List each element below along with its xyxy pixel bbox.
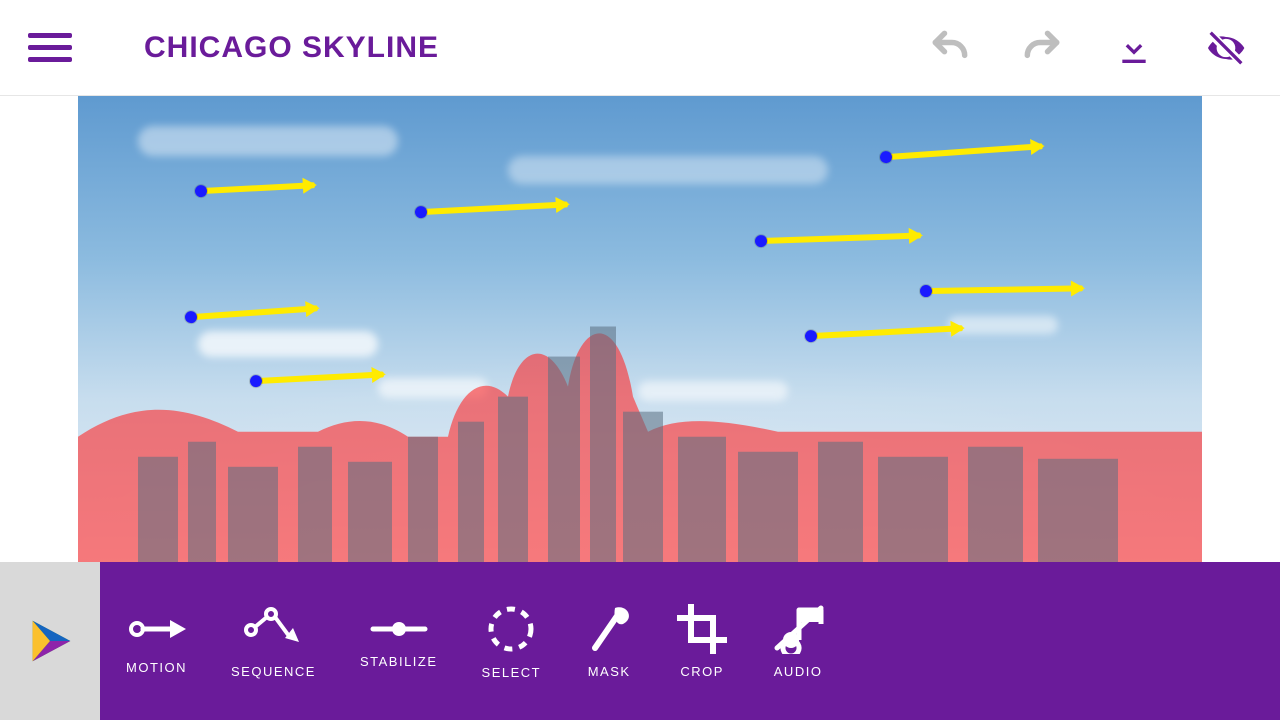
export-button[interactable] [1112, 26, 1156, 70]
canvas-area [0, 96, 1280, 562]
bottom-bar: MOTION SEQUENCE STABILIZE SELECT MASK CR… [0, 562, 1280, 720]
tool-crop[interactable]: CROP [677, 604, 727, 679]
tool-label: SEQUENCE [231, 664, 316, 679]
download-icon [1114, 28, 1154, 68]
visibility-off-icon [1204, 25, 1248, 71]
tool-select[interactable]: SELECT [482, 603, 542, 680]
tool-label: SELECT [482, 665, 542, 680]
tool-motion[interactable]: MOTION [126, 608, 187, 675]
mask-overlay [78, 96, 1202, 562]
redo-button[interactable] [1020, 26, 1064, 70]
undo-button[interactable] [928, 26, 972, 70]
tool-label: MASK [588, 664, 631, 679]
visibility-toggle-button[interactable] [1204, 26, 1248, 70]
redo-icon [1020, 25, 1064, 71]
mask-icon [585, 604, 633, 654]
tool-label: STABILIZE [360, 654, 438, 669]
tool-stabilize[interactable]: STABILIZE [360, 614, 438, 669]
menu-button[interactable] [28, 26, 72, 70]
play-button[interactable] [0, 562, 100, 720]
tool-mask[interactable]: MASK [585, 604, 633, 679]
motion-icon [128, 608, 186, 650]
top-bar: CHICAGO SKYLINE [0, 0, 1280, 96]
crop-icon [677, 604, 727, 654]
tool-sequence[interactable]: SEQUENCE [231, 604, 316, 679]
undo-icon [928, 25, 972, 71]
project-title: CHICAGO SKYLINE [144, 31, 439, 65]
tool-audio[interactable]: AUDIO [771, 604, 825, 679]
tools-strip: MOTION SEQUENCE STABILIZE SELECT MASK CR… [100, 562, 1280, 720]
audio-off-icon [771, 604, 825, 654]
tool-label: AUDIO [774, 664, 823, 679]
sequence-icon [243, 604, 303, 654]
tool-label: CROP [680, 664, 724, 679]
select-icon [485, 603, 537, 655]
top-actions [928, 26, 1248, 70]
play-icon [21, 612, 79, 670]
stabilize-icon [369, 614, 429, 644]
image-surface[interactable] [78, 96, 1202, 562]
tool-label: MOTION [126, 660, 187, 675]
